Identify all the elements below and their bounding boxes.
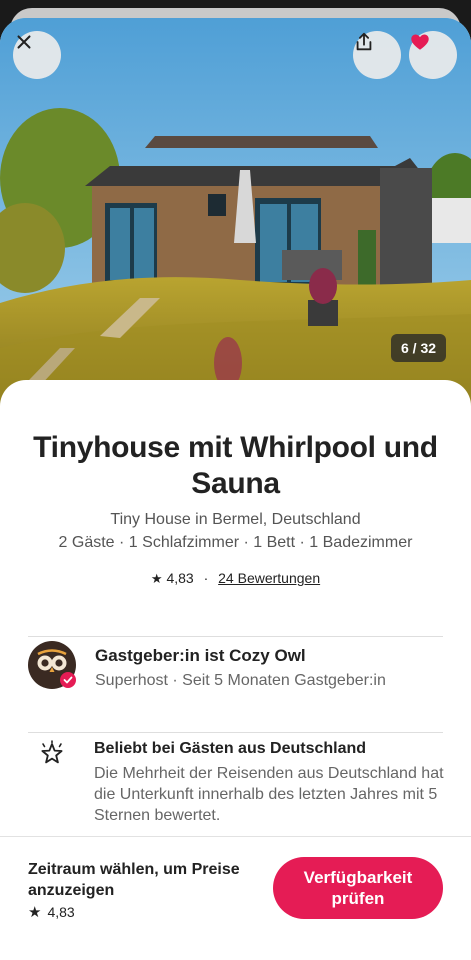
- rating-value: 4,83: [166, 570, 194, 586]
- share-icon: [356, 32, 372, 51]
- separator-dot: ·: [203, 570, 209, 586]
- sparkle-star-icon: [38, 740, 66, 768]
- photo-counter: 6 / 32: [391, 334, 447, 362]
- host-subtitle: Superhost · Seit 5 Monaten Gastgeber:in: [95, 672, 386, 689]
- close-icon: [17, 35, 31, 49]
- highlight-description: Die Mehrheit der Reisenden aus Deutschla…: [94, 765, 444, 824]
- highlight-title: Beliebt bei Gästen aus Deutschland: [94, 740, 367, 757]
- listing-location: Tiny House in Bermel, Deutschland: [110, 511, 361, 528]
- host-title: Gastgeber:in ist Cozy Owl: [95, 646, 306, 665]
- footer-rating: ★ 4,83: [28, 903, 75, 921]
- divider: [28, 636, 443, 637]
- owl-logo-icon: [28, 641, 76, 689]
- reviews-link[interactable]: 24 Bewertungen: [218, 570, 320, 586]
- check-availability-button[interactable]: Verfügbarkeit prüfen: [273, 857, 443, 919]
- listing-photo-image: [0, 18, 471, 438]
- star-icon: ★: [28, 904, 42, 921]
- rating-summary: ★ 4,83 · 24 Bewertungen: [0, 570, 471, 587]
- listing-sheet: 6 / 32 Tinyhouse mit Whirlpool und Sauna…: [0, 18, 471, 960]
- heart-icon: [411, 34, 429, 50]
- listing-photo[interactable]: 6 / 32: [0, 18, 471, 438]
- favorite-button[interactable]: [409, 31, 457, 79]
- listing-title: Tinyhouse mit Whirlpool und Sauna: [0, 430, 471, 502]
- booking-footer: Zeitraum wählen, um Preise anzuzeigen ★ …: [0, 836, 471, 960]
- listing-subtitle: Tiny House in Bermel, Deutschland 2 Gäst…: [0, 508, 471, 554]
- star-icon: ★: [150, 571, 163, 586]
- listing-title-text: Tinyhouse mit Whirlpool und Sauna: [33, 431, 438, 500]
- share-button[interactable]: [353, 31, 401, 79]
- divider: [28, 732, 443, 733]
- listing-capacity: 2 Gäste · 1 Schlafzimmer · 1 Bett · 1 Ba…: [58, 534, 413, 551]
- close-button[interactable]: [13, 31, 61, 79]
- host-avatar[interactable]: [28, 641, 76, 689]
- price-prompt: Zeitraum wählen, um Preise anzuzeigen: [28, 861, 240, 899]
- footer-rating-value: 4,83: [47, 904, 75, 920]
